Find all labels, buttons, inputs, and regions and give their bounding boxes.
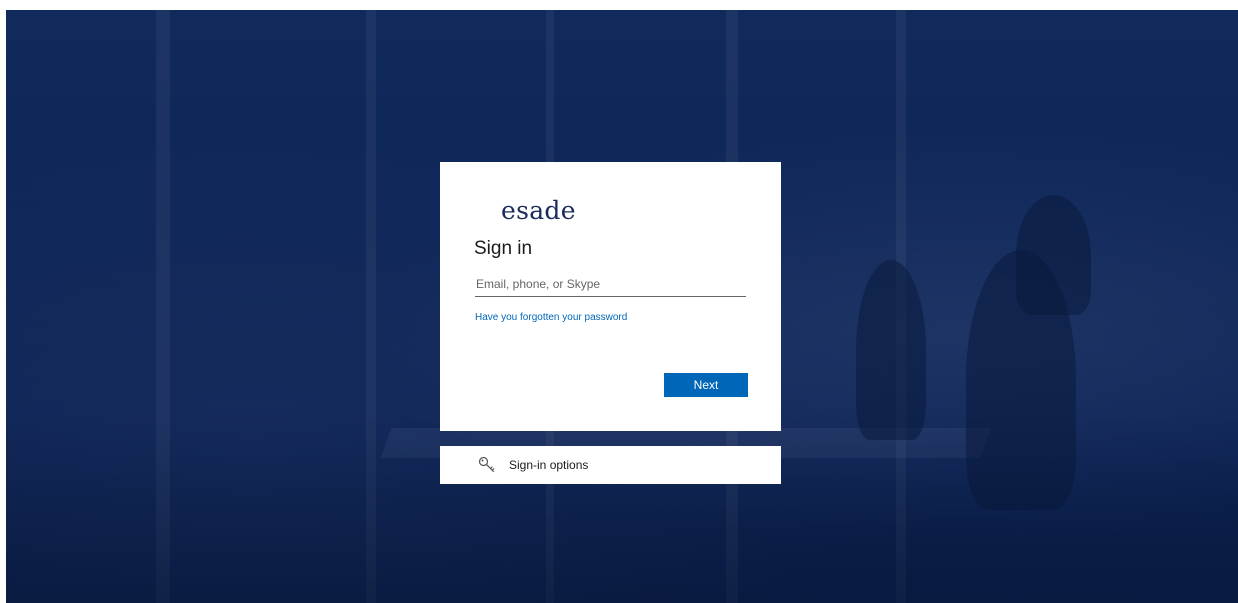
email-field[interactable] <box>475 271 746 297</box>
next-button[interactable]: Next <box>664 373 748 397</box>
esade-logo: esade <box>501 196 576 225</box>
key-icon <box>478 456 495 473</box>
sign-in-options-button[interactable]: Sign-in options <box>440 446 781 484</box>
sign-in-options-label: Sign-in options <box>509 458 589 472</box>
page-title: Sign in <box>474 238 533 259</box>
background-person <box>1016 195 1091 315</box>
background-floor-shade <box>6 413 1238 603</box>
forgot-password-link[interactable]: Have you forgotten your password <box>475 312 627 323</box>
sign-in-card: esade Sign in Have you forgotten your pa… <box>440 162 781 431</box>
